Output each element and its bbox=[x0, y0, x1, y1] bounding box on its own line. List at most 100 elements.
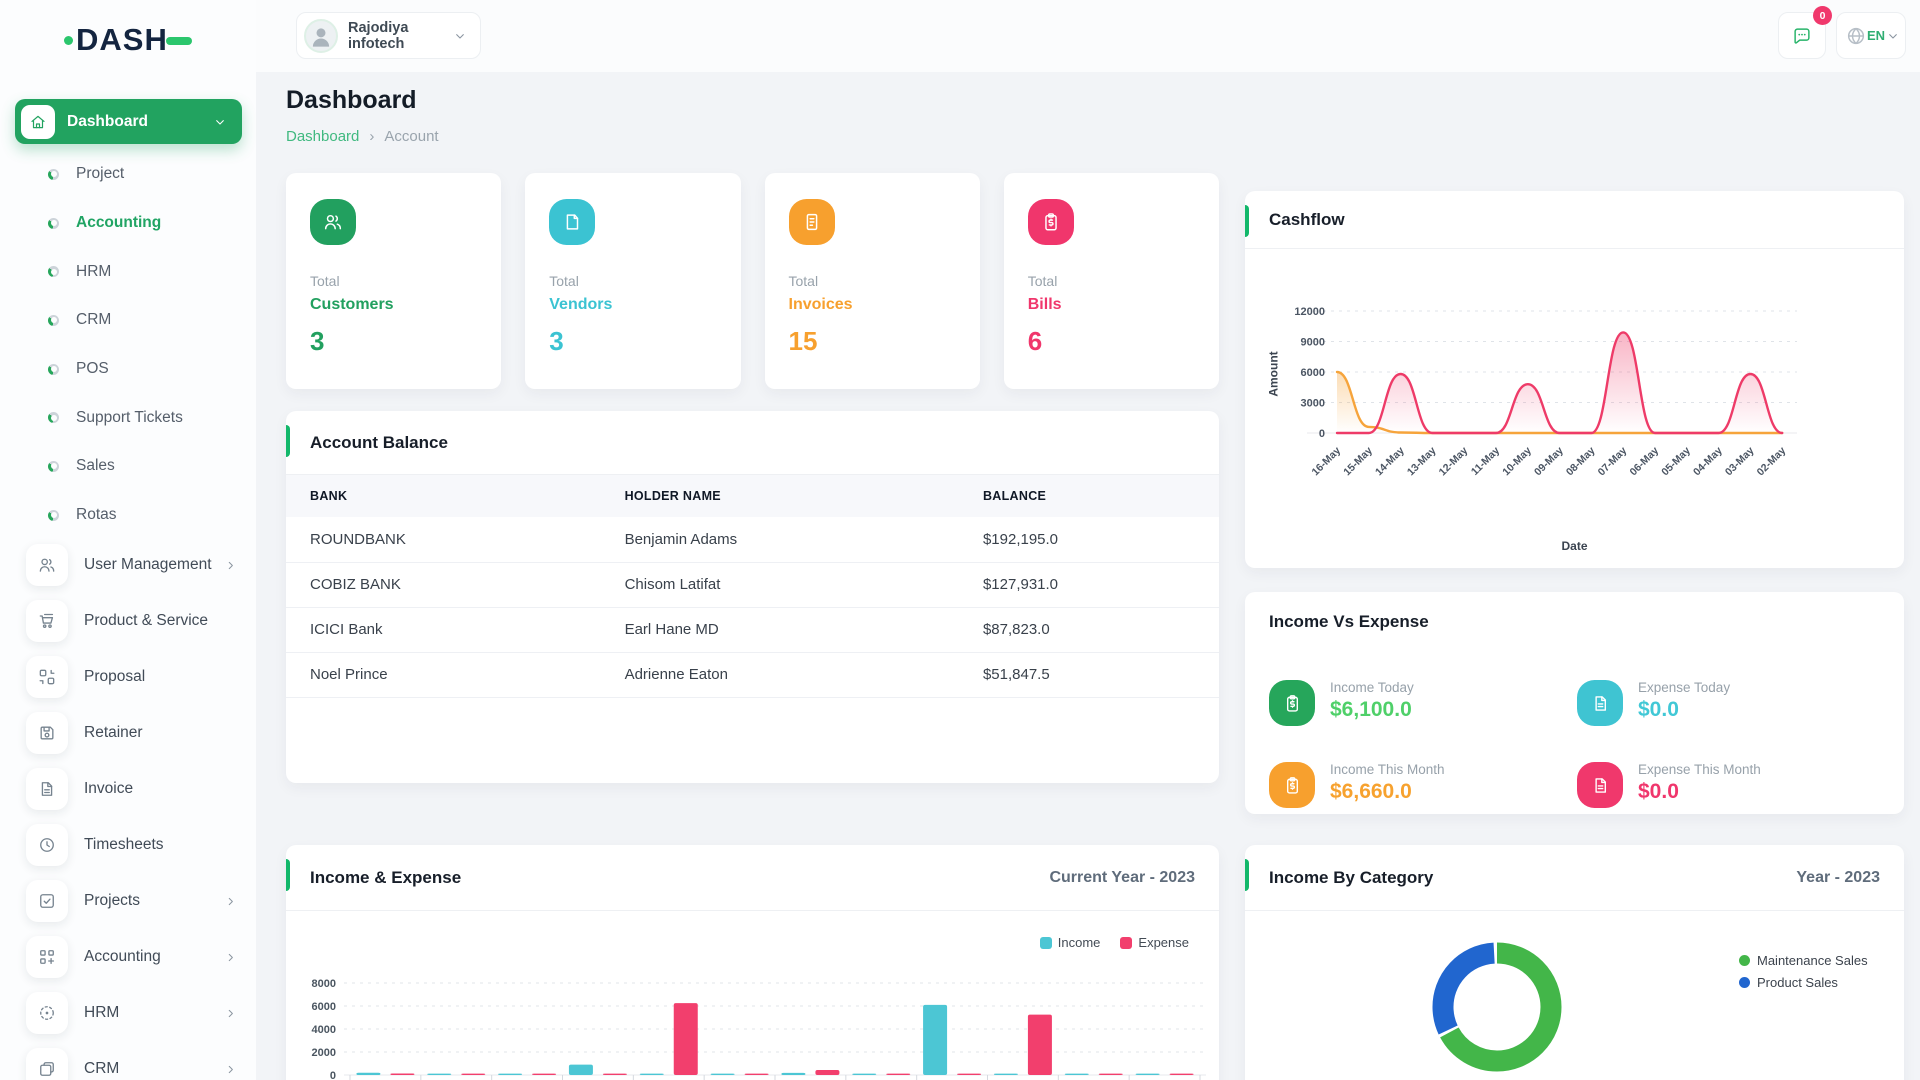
sidebar-item-retainer[interactable]: Retainer bbox=[0, 705, 256, 761]
sidebar-subitem-hrm[interactable]: HRM bbox=[0, 247, 256, 296]
breadcrumb: Dashboard › Account bbox=[286, 128, 439, 145]
sidebar-item-label: Retainer bbox=[84, 724, 238, 742]
table-row: ICICI BankEarl Hane MD$87,823.0 bbox=[286, 607, 1219, 652]
table-cell: Earl Hane MD bbox=[601, 607, 959, 652]
svg-text:12000: 12000 bbox=[1294, 306, 1325, 318]
stat-value: 3 bbox=[310, 326, 477, 357]
svg-text:02-May: 02-May bbox=[1755, 445, 1789, 479]
legend-label: Product Sales bbox=[1757, 975, 1838, 990]
ive-label: Income Today bbox=[1330, 680, 1414, 695]
cart-icon bbox=[26, 600, 68, 642]
messages-button[interactable]: 0 bbox=[1778, 12, 1826, 59]
table-row: ROUNDBANKBenjamin Adams$192,195.0 bbox=[286, 517, 1219, 562]
sidebar-item-timesheets[interactable]: Timesheets bbox=[0, 817, 256, 873]
svg-text:08-May: 08-May bbox=[1564, 445, 1598, 479]
column-header: BALANCE bbox=[959, 475, 1219, 517]
bullet-icon bbox=[48, 364, 59, 375]
ive-value: $0.0 bbox=[1638, 698, 1730, 722]
income-expense-card: Income & Expense Current Year - 2023 Inc… bbox=[286, 845, 1219, 1080]
table-header-row: BANKHOLDER NAMEBALANCE bbox=[286, 475, 1219, 517]
svg-text:6000: 6000 bbox=[312, 1001, 336, 1013]
legend-item-product-sales[interactable]: Product Sales bbox=[1739, 975, 1868, 990]
sidebar-subitem-pos[interactable]: POS bbox=[0, 345, 256, 394]
retainer-icon bbox=[26, 712, 68, 754]
table-cell: $51,847.5 bbox=[959, 652, 1219, 697]
language-selector[interactable]: EN bbox=[1836, 12, 1906, 59]
sidebar-subitem-support-tickets[interactable]: Support Tickets bbox=[0, 393, 256, 442]
sidebar-item-invoice[interactable]: Invoice bbox=[0, 761, 256, 817]
sidebar-item-label: HRM bbox=[84, 1004, 223, 1022]
chevron-down-icon bbox=[212, 114, 228, 130]
dash-app: DASH Dashboard ProjectAccountingHRMCRMPO… bbox=[0, 0, 1920, 1080]
svg-text:06-May: 06-May bbox=[1627, 445, 1661, 479]
card-title: Account Balance bbox=[310, 433, 448, 453]
expense-icon bbox=[1577, 680, 1623, 726]
sidebar-item-label: Product & Service bbox=[84, 612, 238, 630]
stat-card-customers: Total Customers 3 bbox=[286, 173, 501, 389]
language-code: EN bbox=[1867, 28, 1885, 43]
table-row: COBIZ BANKChisom Latifat$127,931.0 bbox=[286, 562, 1219, 607]
bullet-icon bbox=[48, 266, 59, 277]
svg-text:04-May: 04-May bbox=[1691, 445, 1725, 479]
ive-label: Expense This Month bbox=[1638, 762, 1761, 777]
sidebar-item-dashboard[interactable]: Dashboard bbox=[15, 99, 242, 144]
income-by-category-card: Income By Category Year - 2023 Maintenan… bbox=[1245, 845, 1904, 1080]
svg-text:10-May: 10-May bbox=[1500, 445, 1534, 479]
expense-icon bbox=[1577, 762, 1623, 808]
account-balance-table: BANKHOLDER NAMEBALANCE ROUNDBANKBenjamin… bbox=[286, 475, 1219, 698]
stat-prefix: Total bbox=[789, 273, 956, 289]
legend-item-maintenance-sales[interactable]: Maintenance Sales bbox=[1739, 953, 1868, 968]
sidebar-subitem-label: Sales bbox=[76, 457, 115, 475]
svg-text:2000: 2000 bbox=[312, 1047, 336, 1059]
sidebar-item-proposal[interactable]: Proposal bbox=[0, 649, 256, 705]
stat-value: 15 bbox=[789, 326, 956, 357]
breadcrumb-link-dashboard[interactable]: Dashboard bbox=[286, 128, 359, 145]
svg-text:07-May: 07-May bbox=[1596, 445, 1630, 479]
sidebar-subitem-label: CRM bbox=[76, 311, 111, 329]
sidebar-item-crm[interactable]: CRM bbox=[0, 1041, 256, 1080]
workspace-dropdown[interactable]: Rajodiya infotech bbox=[296, 12, 481, 59]
table-cell: Noel Prince bbox=[286, 652, 601, 697]
hrm-icon bbox=[26, 992, 68, 1034]
sidebar-item-label: Projects bbox=[84, 892, 223, 910]
sidebar-item-label: Timesheets bbox=[84, 836, 238, 854]
legend-item-expense[interactable]: Expense bbox=[1120, 935, 1189, 950]
legend-swatch bbox=[1120, 937, 1132, 949]
logo-dot-icon bbox=[64, 36, 73, 45]
stat-label: Vendors bbox=[549, 296, 716, 314]
ive-label: Income This Month bbox=[1330, 762, 1445, 777]
table-cell: COBIZ BANK bbox=[286, 562, 601, 607]
x-axis-label: Date bbox=[1245, 539, 1904, 553]
sidebar-subitem-rotas[interactable]: Rotas bbox=[0, 491, 256, 540]
svg-text:8000: 8000 bbox=[312, 978, 336, 990]
svg-text:4000: 4000 bbox=[312, 1024, 336, 1036]
sidebar-subitem-accounting[interactable]: Accounting bbox=[0, 199, 256, 248]
column-header: BANK bbox=[286, 475, 601, 517]
sidebar-dashboard-children: ProjectAccountingHRM CRM POS Support Ticket… bbox=[0, 150, 256, 540]
legend-item-income[interactable]: Income bbox=[1040, 935, 1101, 950]
sidebar-subitem-crm[interactable]: CRM bbox=[0, 296, 256, 345]
account-balance-card: Account Balance BANKHOLDER NAMEBALANCE R… bbox=[286, 411, 1219, 783]
stat-value: 6 bbox=[1028, 326, 1195, 357]
table-row: Noel PrinceAdrienne Eaton$51,847.5 bbox=[286, 652, 1219, 697]
sidebar-item-projects[interactable]: Projects bbox=[0, 873, 256, 929]
legend-dot bbox=[1739, 955, 1750, 966]
sidebar-subitem-label: Support Tickets bbox=[76, 409, 183, 427]
sidebar-subitem-label: Rotas bbox=[76, 506, 117, 524]
sidebar-item-accounting[interactable]: Accounting bbox=[0, 929, 256, 985]
sidebar-subitem-project[interactable]: Project bbox=[0, 150, 256, 199]
sidebar: DASH Dashboard ProjectAccountingHRMCRMPO… bbox=[0, 0, 256, 1080]
legend-label: Expense bbox=[1138, 935, 1189, 950]
chevron-right-icon bbox=[223, 1062, 238, 1077]
sidebar-item-hrm[interactable]: HRM bbox=[0, 985, 256, 1041]
svg-text:0: 0 bbox=[330, 1070, 336, 1080]
logo-dash-icon bbox=[166, 37, 192, 45]
sidebar-item-product-service[interactable]: Product & Service bbox=[0, 593, 256, 649]
chevron-down-icon bbox=[1885, 28, 1901, 44]
logo-text: DASH bbox=[76, 22, 168, 58]
crm-icon bbox=[26, 1048, 68, 1080]
ive-label: Expense Today bbox=[1638, 680, 1730, 695]
sidebar-subitem-sales[interactable]: Sales bbox=[0, 442, 256, 491]
sidebar-item-user-management[interactable]: User Management bbox=[0, 537, 256, 593]
card-title: Income Vs Expense bbox=[1269, 612, 1429, 632]
